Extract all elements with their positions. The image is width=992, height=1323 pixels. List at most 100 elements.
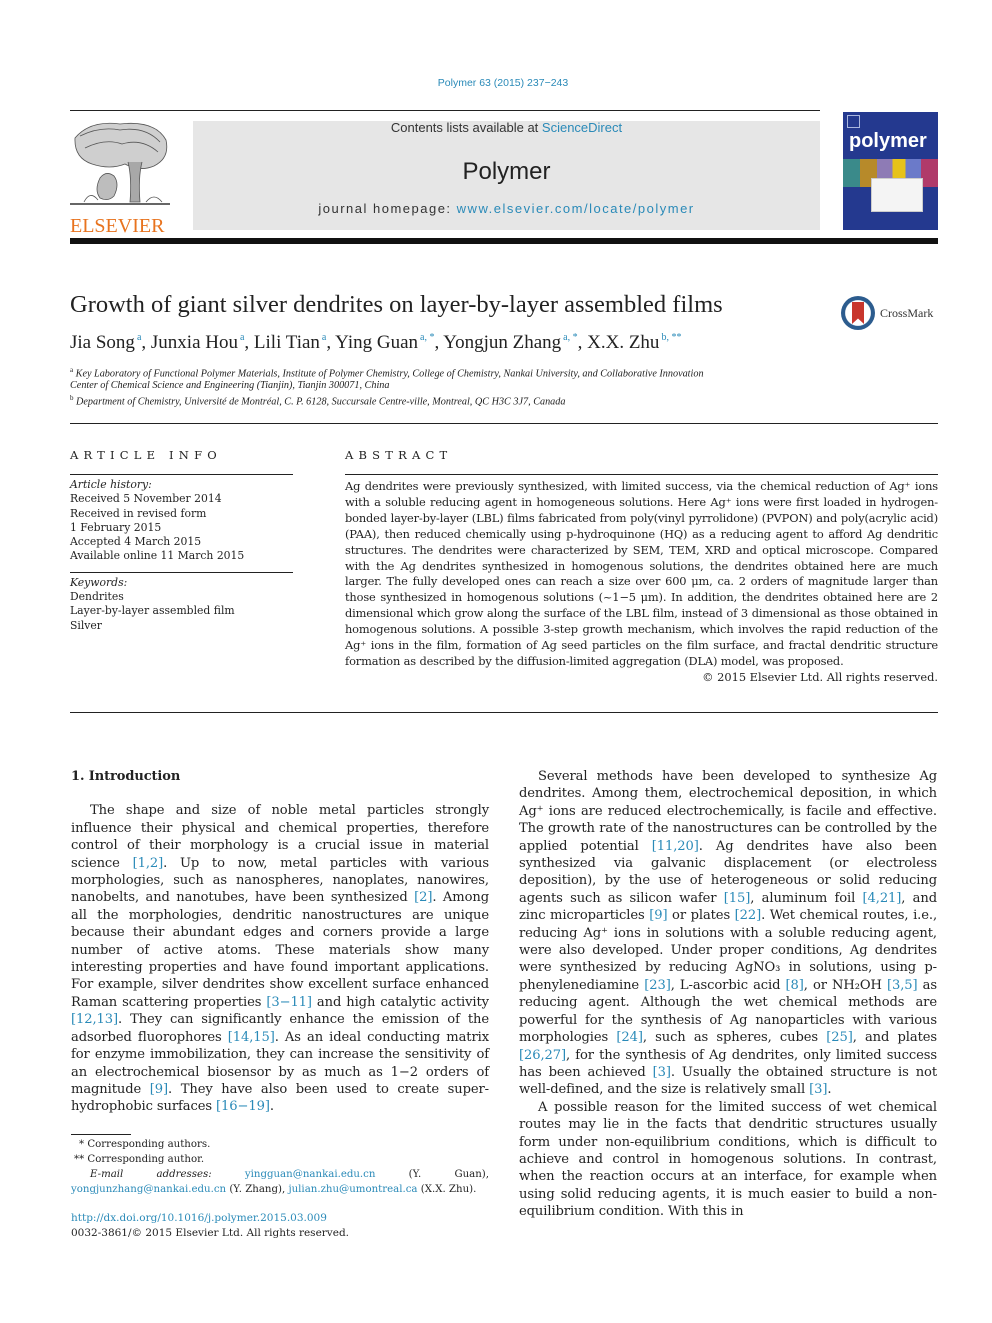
author-affiliation-mark[interactable]: b, **	[661, 332, 681, 343]
citation-link[interactable]: [23]	[644, 978, 671, 993]
affiliation-b: b Department of Chemistry, Université de…	[70, 394, 565, 407]
article-history: Article history: Received 5 November 201…	[70, 478, 293, 564]
author-affiliation-mark[interactable]: a, *	[420, 332, 434, 343]
crossmark-badge[interactable]: CrossMark	[840, 296, 940, 334]
citation-link[interactable]: [26,27]	[519, 1048, 566, 1063]
author[interactable]: Junxia Hou a	[151, 332, 245, 353]
header-rule	[70, 110, 820, 111]
citation-link[interactable]: [3−11]	[266, 995, 312, 1010]
doi-link[interactable]: http://dx.doi.org/10.1016/j.polymer.2015…	[71, 1212, 327, 1224]
citation-link[interactable]: [9]	[150, 1082, 168, 1097]
author-list: Jia Song a, Junxia Hou a, Lili Tian a, Ying…	[70, 332, 682, 353]
elsevier-emblem-icon	[847, 115, 860, 128]
intro-paragraph-1: The shape and size of noble metal partic…	[71, 803, 489, 1115]
issn-copyright: 0032-3861/© 2015 Elsevier Ltd. All right…	[71, 1227, 350, 1239]
affiliation-text: Department of Chemistry, Université de M…	[76, 396, 566, 408]
keywords-rule	[70, 571, 293, 573]
sciencedirect-link[interactable]: ScienceDirect	[542, 120, 622, 135]
citation-link[interactable]: [12,13]	[71, 1012, 118, 1027]
citation-link[interactable]: [15]	[724, 891, 751, 906]
elsevier-logo[interactable]: ELSEVIER	[70, 118, 172, 237]
abstract: ABSTRACT Ag dendrites were previously sy…	[345, 448, 938, 686]
abstract-heading: ABSTRACT	[345, 448, 453, 462]
cover-brand: polymer	[849, 130, 927, 152]
homepage-line: journal homepage: www.elsevier.com/locat…	[193, 201, 820, 216]
section-heading-introduction: 1. Introduction	[71, 769, 181, 784]
doi-block: http://dx.doi.org/10.1016/j.polymer.2015…	[71, 1211, 349, 1241]
author-affiliation-mark[interactable]: a	[137, 332, 141, 343]
keywords-label: Keywords:	[70, 575, 128, 589]
citation-link[interactable]: [1,2]	[133, 856, 164, 871]
author[interactable]: Jia Song a	[70, 332, 141, 353]
article-info-heading: ARTICLE INFO	[70, 448, 222, 462]
author[interactable]: X.X. Zhu b, **	[587, 332, 681, 353]
keyword: Dendrites	[70, 590, 124, 604]
affiliation-a: a Key Laboratory of Functional Polymer M…	[70, 366, 704, 379]
author-name: Jia Song	[70, 332, 135, 353]
author[interactable]: Ying Guan a, *	[335, 332, 434, 353]
email-owner: (X.X. Zhu).	[417, 1184, 477, 1195]
journal-name: Polymer	[462, 158, 551, 185]
contents-line: Contents lists available at ScienceDirec…	[193, 121, 820, 135]
intro-paragraph-3: A possible reason for the limited succes…	[519, 1099, 937, 1220]
homepage-prefix: journal homepage:	[318, 201, 457, 216]
footnote-rule	[71, 1134, 131, 1135]
author[interactable]: Yongjun Zhang a, *	[443, 332, 577, 353]
keyword: Layer-by-layer assembled film	[70, 604, 235, 618]
author-affiliation-mark[interactable]: a	[240, 332, 244, 343]
citation-link[interactable]: [2]	[414, 890, 432, 905]
email-label: E-mail addresses:	[90, 1169, 245, 1180]
masthead-thick-rule	[70, 238, 938, 244]
author-name: Yongjun Zhang	[443, 332, 562, 353]
author-name: Ying Guan	[335, 332, 419, 353]
article-info-rule	[70, 474, 293, 475]
affiliation-mark: a	[70, 366, 74, 374]
intro-paragraph-2: Several methods have been developed to s…	[519, 769, 938, 1098]
author[interactable]: Lili Tian a	[254, 332, 326, 353]
citation-link[interactable]: [9]	[649, 908, 667, 923]
email-link[interactable]: julian.zhu@umontreal.ca	[288, 1184, 417, 1195]
journal-reference-link[interactable]: Polymer 63 (2015) 237−243	[0, 77, 992, 89]
elsevier-wordmark: ELSEVIER	[70, 215, 165, 237]
citation-link[interactable]: [25]	[826, 1030, 853, 1045]
author-name: Lili Tian	[253, 332, 320, 353]
history-label: Article history:	[70, 478, 152, 491]
abstract-text: Ag dendrites were previously synthesized…	[345, 479, 938, 668]
email-owner: (Y. Guan),	[375, 1169, 489, 1180]
citation-link[interactable]: [8]	[786, 978, 804, 993]
article-title: Growth of giant silver dendrites on laye…	[70, 291, 723, 318]
email-link[interactable]: yongjunzhang@nankai.edu.cn	[71, 1184, 226, 1195]
history-item: 1 February 2015	[70, 520, 162, 534]
elsevier-tree-icon	[70, 118, 170, 212]
article-info: ARTICLE INFO Article history: Received 5…	[70, 448, 293, 633]
history-item: Received 5 November 2014	[70, 492, 222, 506]
citation-link[interactable]: [22]	[735, 908, 762, 923]
abstract-copyright: © 2015 Elsevier Ltd. All rights reserved…	[702, 669, 938, 684]
citation-link[interactable]: [4,21]	[863, 891, 902, 906]
citation-link[interactable]: [16−19]	[216, 1099, 270, 1114]
citation-link[interactable]: [3,5]	[887, 978, 918, 993]
author-affiliation-mark[interactable]: a, *	[563, 332, 577, 343]
affiliation-a-continued: Center of Chemical Science and Engineeri…	[70, 380, 389, 391]
email-link[interactable]: yingguan@nankai.edu.cn	[245, 1169, 376, 1180]
history-item: Received in revised form	[70, 506, 207, 520]
affiliation-text: Center of Chemical Science and Engineeri…	[70, 380, 390, 391]
footnote-corresponding-author: ** Corresponding author.	[74, 1154, 205, 1165]
author-name: X.X. Zhu	[587, 332, 660, 353]
footnotes: * Corresponding authors. ** Correspondin…	[71, 1137, 489, 1197]
crossmark-label: CrossMark	[880, 306, 934, 320]
citation-link[interactable]: [11,20]	[652, 839, 699, 854]
author-affiliation-mark[interactable]: a	[322, 332, 326, 343]
citation-link[interactable]: [14,15]	[228, 1030, 275, 1045]
body-column-left: 1. Introduction The shape and size of no…	[71, 768, 489, 1116]
journal-masthead: Contents lists available at ScienceDirec…	[193, 121, 820, 230]
journal-homepage-link[interactable]: www.elsevier.com/locate/polymer	[457, 201, 695, 216]
footnote-emails: E-mail addresses: yingguan@nankai.edu.cn…	[71, 1167, 489, 1197]
citation-link[interactable]: [24]	[616, 1030, 643, 1045]
abstract-rule	[345, 474, 938, 475]
citation-link[interactable]: [3]	[809, 1082, 827, 1097]
affiliation-rule	[70, 423, 938, 424]
citation-link[interactable]: [3]	[653, 1065, 671, 1080]
footnote-corresponding-authors: * Corresponding authors.	[79, 1139, 211, 1150]
journal-cover-image[interactable]: polymer	[843, 112, 938, 230]
